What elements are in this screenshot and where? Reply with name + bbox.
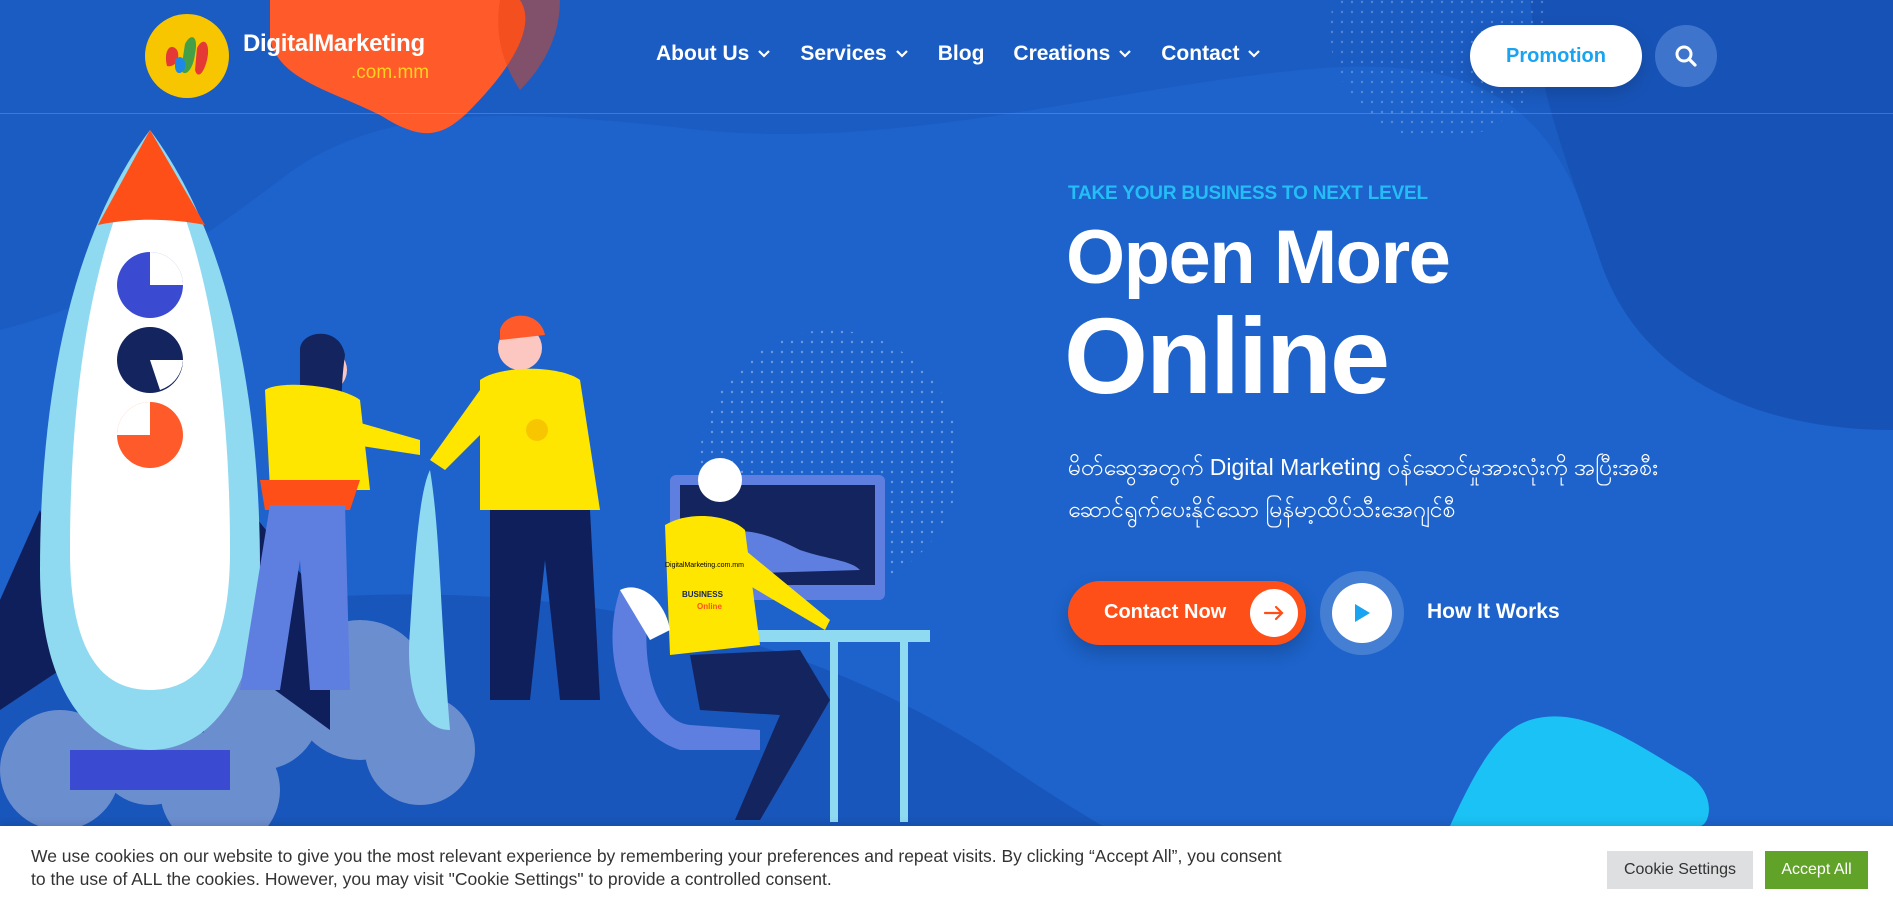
nav-item-contact[interactable]: Contact	[1161, 42, 1261, 66]
accept-all-button[interactable]: Accept All	[1765, 851, 1868, 889]
nav-item-label: Services	[800, 42, 887, 65]
nav-item-label: Creations	[1013, 42, 1111, 65]
site-header: DigitalMarketing .com.mm About Us Servic…	[0, 0, 1893, 114]
logo-domain: .com.mm	[351, 62, 430, 83]
shirt-text: DigitalMarketing.com.mm	[665, 562, 744, 569]
how-it-works-link[interactable]: How It Works	[1427, 600, 1560, 624]
nav-item-services[interactable]: Services	[800, 42, 908, 66]
search-icon	[1675, 45, 1697, 67]
nav-item-blog[interactable]: Blog	[938, 42, 985, 66]
shirt-badge-subtext: Online	[697, 602, 722, 611]
logo-mark-icon	[145, 14, 229, 98]
play-icon	[1332, 583, 1392, 643]
cookie-consent-text: We use cookies on our website to give yo…	[31, 846, 1282, 889]
nav-item-about-us[interactable]: About Us	[656, 42, 771, 66]
hero-title-line1: Open More	[1066, 215, 1451, 300]
chevron-down-icon	[895, 50, 908, 58]
hero-description: မိတ်ဆွေအတွက် Digital Marketing ဝန်ဆောင်မ…	[1068, 454, 1658, 522]
search-button[interactable]	[1655, 25, 1717, 87]
chevron-down-icon	[758, 50, 771, 58]
nav-item-creations[interactable]: Creations	[1013, 42, 1132, 66]
promotion-button[interactable]: Promotion	[1470, 25, 1642, 87]
logo-name: DigitalMarketing	[243, 30, 425, 57]
play-video-button[interactable]	[1320, 571, 1404, 655]
site-logo[interactable]: DigitalMarketing .com.mm	[145, 14, 445, 100]
cookie-consent-bar: We use cookies on our website to give yo…	[0, 826, 1893, 910]
hero-title-line2: Online	[1064, 295, 1390, 416]
seated-worker	[612, 458, 930, 822]
nav-item-label: Blog	[937, 42, 985, 65]
hero-illustration: DigitalMarketing.com.mm BUSINESS Online	[0, 130, 980, 850]
contact-now-button[interactable]: Contact Now	[1068, 581, 1306, 645]
cookie-settings-button[interactable]: Cookie Settings	[1607, 851, 1753, 889]
chevron-down-icon	[1248, 50, 1261, 58]
nav-item-label: Contact	[1161, 42, 1240, 65]
nav-item-label: About Us	[656, 42, 750, 65]
man-figure	[409, 315, 600, 730]
hero-eyebrow: TAKE YOUR BUSINESS TO NEXT LEVEL	[1068, 183, 1428, 204]
chevron-down-icon	[1119, 50, 1132, 58]
team-rocket-illustration	[0, 130, 930, 850]
main-nav: About Us Services Blog Creations Contact	[656, 42, 1290, 66]
arrow-right-icon	[1250, 589, 1298, 637]
shirt-badge-text: BUSINESS	[682, 590, 723, 599]
contact-now-label: Contact Now	[1104, 601, 1227, 623]
